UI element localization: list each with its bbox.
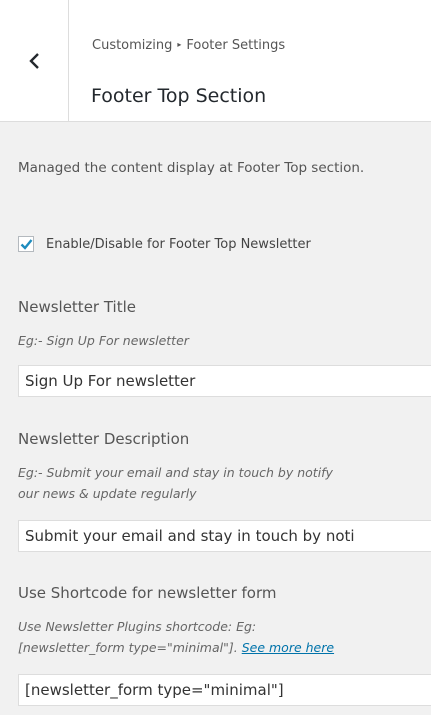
customizer-header: Customizing ▸ Footer Settings Footer Top S… [0,0,431,122]
newsletter-description-hint-line2: our news & update regularly [18,486,197,501]
newsletter-shortcode-input[interactable] [18,674,431,706]
newsletter-toggle-label: Enable/Disable for Footer Top Newsletter [46,236,311,252]
chevron-left-icon [29,52,39,69]
settings-panel: Managed the content display at Footer To… [18,158,431,706]
newsletter-shortcode-label: Use Shortcode for newsletter form [18,584,277,602]
newsletter-title-hint: Eg:- Sign Up For newsletter [18,333,189,348]
back-button[interactable] [0,0,69,121]
section-title: Footer Top Section [91,84,267,107]
newsletter-toggle-row[interactable]: Enable/Disable for Footer Top Newsletter [18,236,311,252]
checkmark-icon [20,239,32,250]
newsletter-shortcode-hint-line1: Use Newsletter Plugins shortcode: Eg: [18,619,257,634]
triangle-right-icon: ▸ [177,40,182,49]
newsletter-description-hint-line1: Eg:- Submit your email and stay in touch… [18,465,333,480]
newsletter-description-input[interactable] [18,520,431,552]
breadcrumb-root: Customizing [92,38,173,53]
newsletter-toggle-checkbox[interactable] [18,236,34,252]
newsletter-title-input[interactable] [18,365,431,397]
section-description: Managed the content display at Footer To… [18,160,365,176]
see-more-link[interactable]: See more here [242,640,334,655]
newsletter-description-label: Newsletter Description [18,430,190,448]
newsletter-title-label: Newsletter Title [18,298,137,316]
breadcrumb-parent: Footer Settings [186,38,286,53]
shortcode-example: [newsletter_form type="minimal"]. [18,640,238,655]
newsletter-shortcode-hint-line2: [newsletter_form type="minimal"]. See mo… [18,637,334,658]
breadcrumb: Customizing ▸ Footer Settings [92,38,285,53]
